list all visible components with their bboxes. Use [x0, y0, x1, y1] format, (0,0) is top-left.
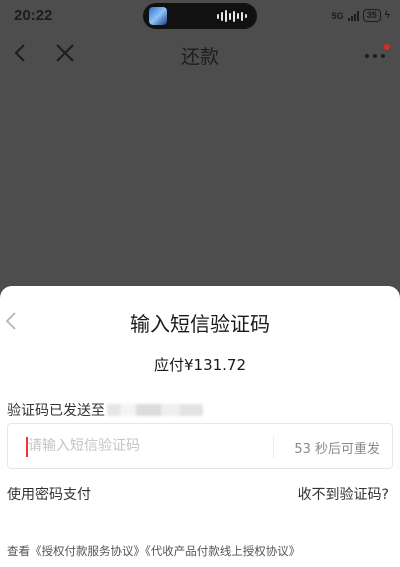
dynamic-island — [143, 3, 257, 29]
nav-bar: 还款 — [0, 32, 400, 76]
status-bar: 20:22 5G 35 ϟ — [0, 0, 400, 32]
sms-code-field: 53 秒后可重发 — [7, 423, 393, 469]
more-button[interactable] — [364, 42, 390, 66]
sms-code-input[interactable] — [28, 424, 268, 468]
field-divider — [273, 436, 274, 458]
background-page: 20:22 5G 35 ϟ 还款 — [0, 0, 400, 300]
status-time: 20:22 — [14, 7, 53, 24]
charging-icon: ϟ — [384, 10, 390, 21]
agreements-line: 查看《授权付款服务协议》《代收产品付款线上授权协议》 — [7, 543, 300, 559]
masked-phone-number — [107, 404, 203, 416]
screen: 20:22 5G 35 ϟ 还款 输入短信验证码 应付¥131.72 验证码已发… — [0, 0, 400, 567]
agreements-prefix: 查看 — [7, 544, 30, 558]
code-sent-notice: 验证码已发送至 — [7, 400, 203, 420]
code-sent-label: 验证码已发送至 — [7, 403, 105, 419]
notification-badge — [384, 44, 390, 50]
payment-authorization-agreement-link[interactable]: 《授权付款服务协议》 — [30, 544, 145, 558]
no-code-help-link[interactable]: 收不到验证码? — [298, 484, 389, 504]
payable-amount: 应付¥131.72 — [153, 356, 247, 374]
signal-icon — [347, 10, 359, 21]
status-indicators: 5G 35 ϟ — [332, 9, 390, 22]
audio-waveform-icon — [217, 10, 247, 22]
page-title: 还款 — [180, 46, 219, 68]
network-type: 5G — [331, 10, 344, 21]
now-playing-artwork — [149, 7, 167, 25]
collection-authorization-agreement-link[interactable]: 《代收产品付款线上授权协议》 — [145, 544, 300, 558]
more-dots-icon — [365, 54, 385, 58]
sheet-title: 输入短信验证码 — [130, 312, 270, 336]
battery-level: 35 — [362, 9, 381, 22]
use-password-payment-link[interactable]: 使用密码支付 — [7, 484, 91, 504]
sms-verification-sheet: 输入短信验证码 应付¥131.72 验证码已发送至 53 秒后可重发 使用密码支… — [0, 286, 400, 567]
resend-countdown: 53 秒后可重发 — [294, 442, 380, 457]
